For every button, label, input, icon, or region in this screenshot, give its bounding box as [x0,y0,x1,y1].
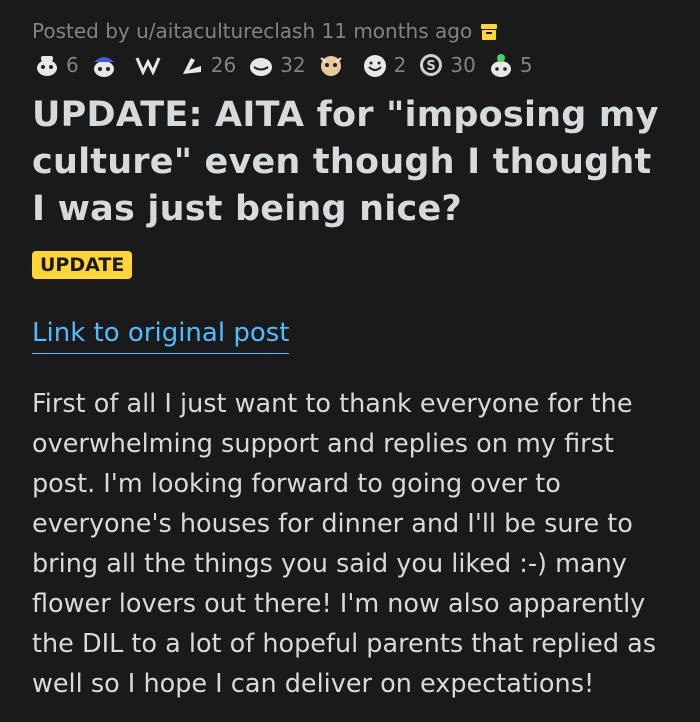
award-2-icon [93,57,114,77]
award-item[interactable]: 5 [486,50,537,80]
award-item[interactable]: 32 [246,50,309,80]
award-item[interactable]: 26 [177,50,240,80]
award-item[interactable]: S 30 [416,50,479,80]
award-7-icon [363,55,386,77]
award-item[interactable] [89,50,127,80]
post-container: Posted by u/aitacultureclash 11 months a… [0,0,700,704]
post-title[interactable]: UPDATE: AITA for "imposing my culture" e… [32,92,668,233]
award-item[interactable] [133,50,171,80]
post-meta: Posted by u/aitacultureclash 11 months a… [32,14,668,48]
award-count: 32 [280,53,306,77]
award-count: 5 [519,53,533,77]
award-4-icon [182,58,201,74]
award-5-icon [250,58,273,76]
award-item[interactable] [316,50,354,80]
archive-icon [480,22,498,40]
post-flair[interactable]: UPDATE [32,251,133,279]
original-post-link[interactable]: Link to original post [32,315,290,354]
svg-text:S: S [427,59,436,74]
award-3-icon [135,57,161,76]
award-count: 30 [450,53,476,77]
wholesome-award-icon [490,54,511,77]
award-item[interactable]: 2 [360,50,411,80]
award-6-icon [320,56,342,76]
award-count: 26 [210,53,237,77]
award-count: 2 [393,53,407,77]
silver-award-icon: S [420,54,443,76]
award-item[interactable]: 6 [32,50,83,80]
award-1-icon [37,56,57,76]
awards-row: 6 26 32 2 S 30 5 [32,48,668,82]
post-body: First of all I just want to thank everyo… [32,389,657,699]
award-count: 6 [66,53,79,77]
post-meta-text[interactable]: Posted by u/aitacultureclash 11 months a… [32,19,472,43]
